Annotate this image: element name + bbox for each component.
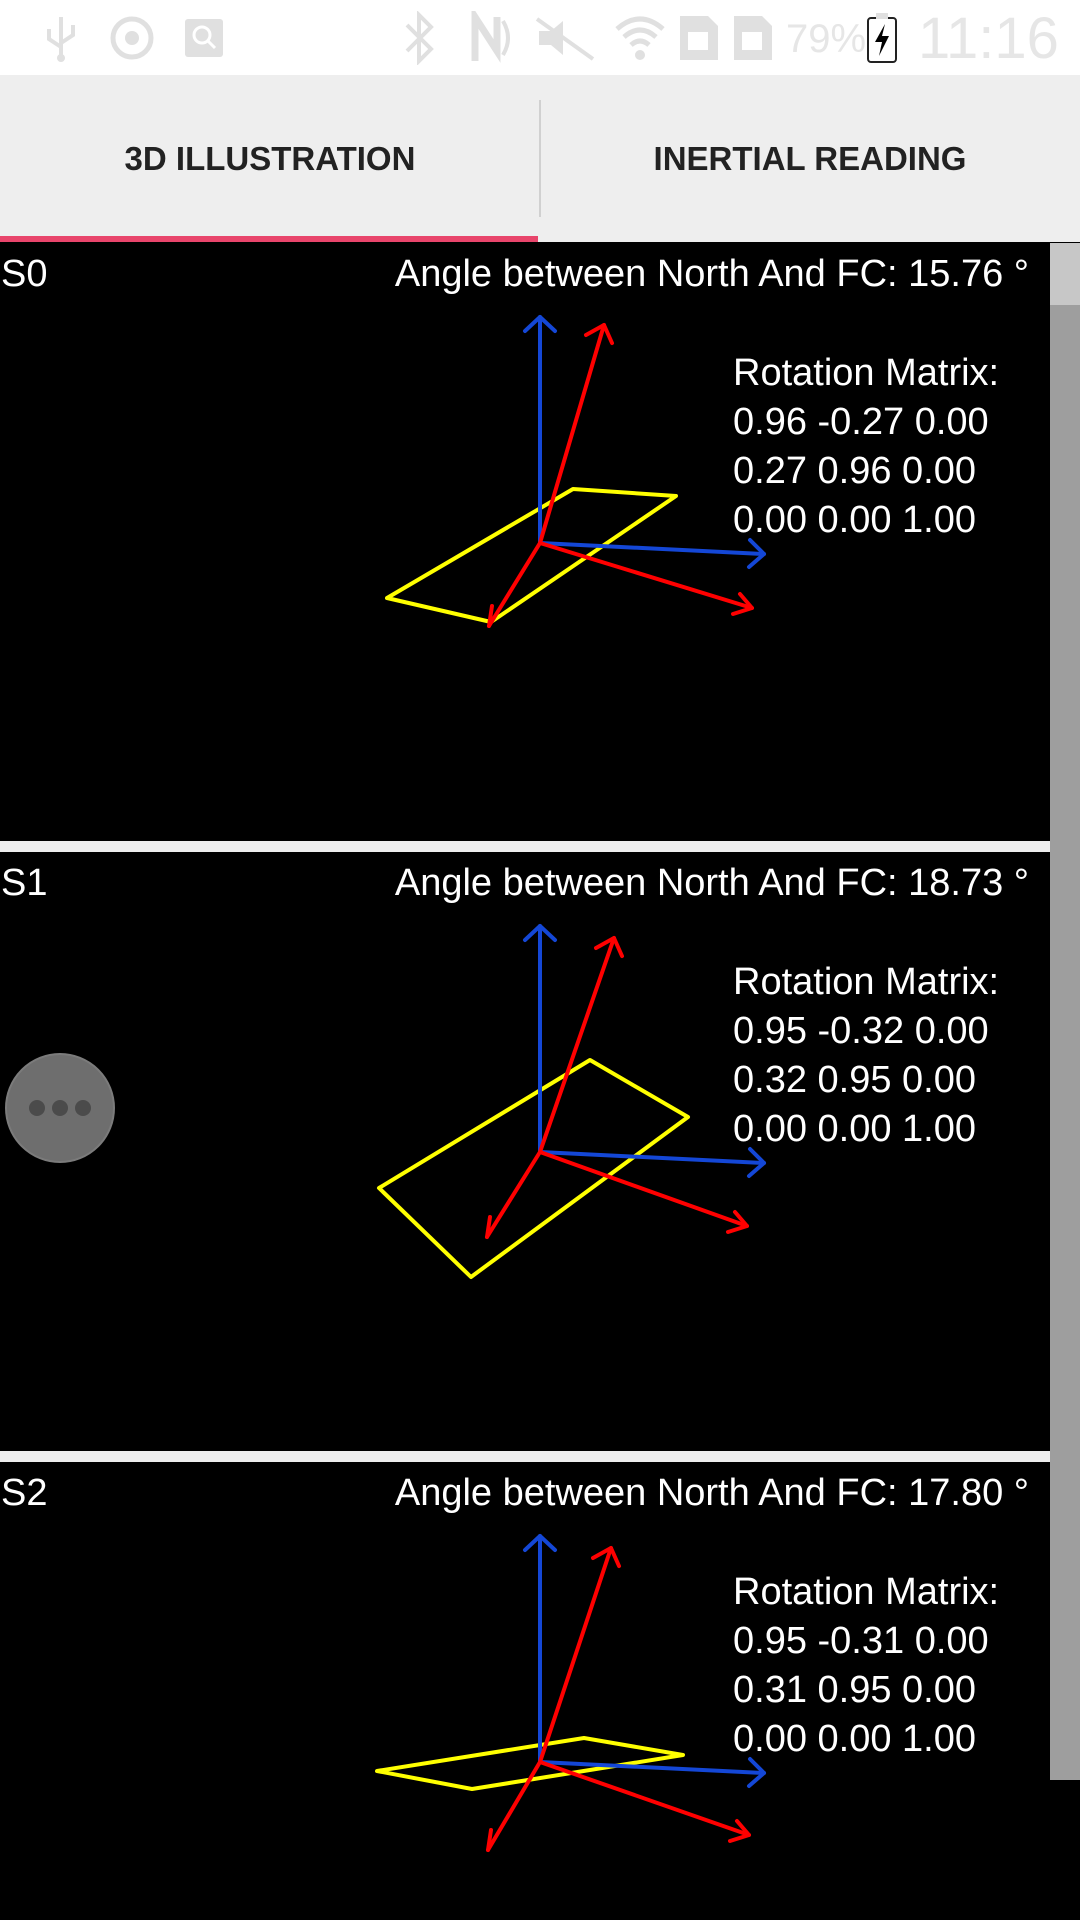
clock: 11:16 bbox=[918, 6, 1059, 71]
status-bar: 79% 11:16 bbox=[0, 0, 1080, 75]
sensor-panel-s2: S2 Angle between North And FC: 17.80 ° R… bbox=[0, 1462, 1050, 1920]
mute-icon bbox=[530, 8, 600, 68]
rotation-matrix-row: 0.27 0.96 0.00 bbox=[733, 450, 976, 492]
sensor-id: S2 bbox=[1, 1472, 48, 1514]
rotation-matrix-title: Rotation Matrix: bbox=[733, 961, 1000, 1003]
rotation-matrix-title: Rotation Matrix: bbox=[733, 352, 1000, 394]
rotation-matrix-row: 0.00 0.00 1.00 bbox=[733, 1108, 976, 1150]
rotation-matrix: Rotation Matrix: 0.95 -0.32 0.00 0.32 0.… bbox=[733, 958, 999, 1154]
sim2-icon bbox=[726, 8, 778, 68]
rotation-matrix-row: 0.95 -0.31 0.00 bbox=[733, 1620, 989, 1662]
battery-charging-icon bbox=[862, 8, 902, 68]
more-dot-icon bbox=[29, 1100, 45, 1116]
sensor-id: S1 bbox=[1, 862, 48, 904]
tab-3d-illustration[interactable]: 3D ILLUSTRATION bbox=[0, 75, 540, 242]
rotation-matrix-row: 0.00 0.00 1.00 bbox=[733, 1718, 976, 1760]
rotation-matrix-row: 0.96 -0.27 0.00 bbox=[733, 401, 989, 443]
more-dot-icon bbox=[52, 1100, 68, 1116]
rotation-matrix: Rotation Matrix: 0.95 -0.31 0.00 0.31 0.… bbox=[733, 1568, 999, 1764]
screenshot-icon bbox=[180, 8, 228, 68]
sensor-id: S0 bbox=[1, 253, 48, 295]
panel-separator bbox=[0, 1451, 1050, 1462]
usb-icon bbox=[38, 8, 84, 68]
rotation-matrix-title: Rotation Matrix: bbox=[733, 1571, 1000, 1613]
bluetooth-icon bbox=[398, 8, 440, 68]
scrollbar-top bbox=[1050, 243, 1080, 305]
tab-inertial-reading[interactable]: INERTIAL READING bbox=[540, 75, 1080, 242]
north-angle-label: Angle between North And FC: 18.73 ° bbox=[394, 862, 1029, 904]
sensor-panel-s1: S1 Angle between North And FC: 18.73 ° R… bbox=[0, 852, 1050, 1450]
north-angle-label: Angle between North And FC: 15.76 ° bbox=[394, 253, 1029, 295]
rotation-matrix-row: 0.31 0.95 0.00 bbox=[733, 1669, 976, 1711]
north-angle-label: Angle between North And FC: 17.80 ° bbox=[394, 1472, 1029, 1514]
sensor-panel-s0: S0 Angle between North And FC: 15.76 ° R… bbox=[0, 243, 1050, 841]
wifi-icon bbox=[612, 8, 668, 68]
sim1-icon bbox=[672, 8, 724, 68]
sync-icon bbox=[104, 8, 160, 68]
rotation-matrix: Rotation Matrix: 0.96 -0.27 0.00 0.27 0.… bbox=[733, 349, 999, 545]
more-dot-icon bbox=[75, 1100, 91, 1116]
floating-menu-button[interactable] bbox=[5, 1053, 115, 1163]
nfc-icon bbox=[466, 8, 518, 68]
scrollbar-thumb[interactable] bbox=[1050, 305, 1080, 1780]
selected-tab-indicator bbox=[0, 236, 538, 242]
tab-bar: 3D ILLUSTRATION INERTIAL READING bbox=[0, 75, 1080, 242]
panel-separator bbox=[0, 841, 1050, 852]
rotation-matrix-row: 0.00 0.00 1.00 bbox=[733, 499, 976, 541]
rotation-matrix-row: 0.32 0.95 0.00 bbox=[733, 1059, 976, 1101]
battery-percentage: 79% bbox=[786, 17, 867, 61]
rotation-matrix-row: 0.95 -0.32 0.00 bbox=[733, 1010, 989, 1052]
